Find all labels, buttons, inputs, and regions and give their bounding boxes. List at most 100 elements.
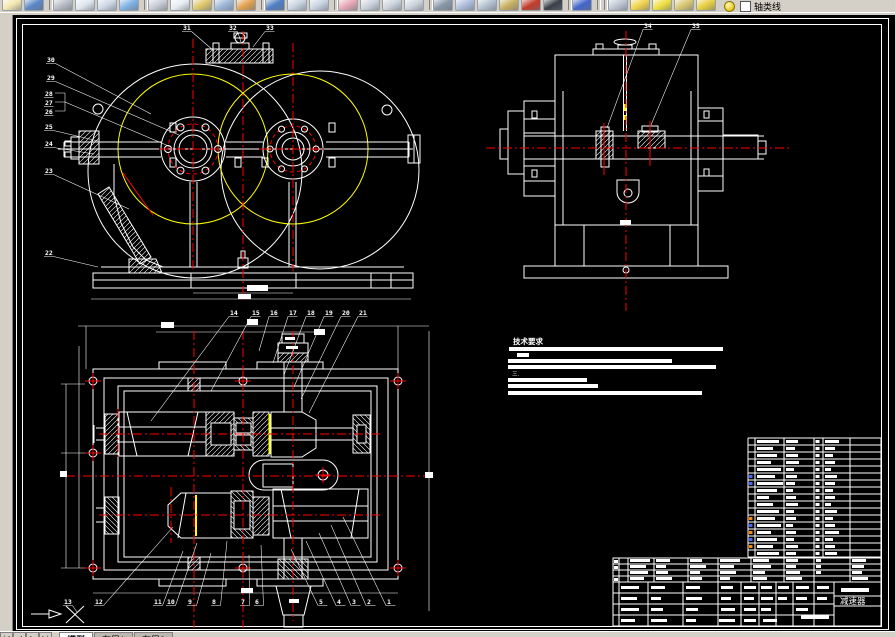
part-label-3: 3 bbox=[352, 598, 356, 606]
toolbar-separator bbox=[331, 0, 338, 11]
view-section bbox=[31, 325, 431, 628]
grid-table-icon[interactable] bbox=[543, 0, 563, 11]
publish-icon[interactable] bbox=[97, 0, 117, 11]
part-label-26: 26 bbox=[45, 108, 53, 116]
tab-nav-button[interactable]: ▶ bbox=[26, 632, 39, 637]
part-label-16: 16 bbox=[270, 309, 278, 317]
bom-table bbox=[747, 437, 882, 558]
layer-lock-icon[interactable] bbox=[674, 0, 694, 11]
part-label-6: 6 bbox=[255, 598, 259, 606]
part-label-24: 24 bbox=[45, 140, 53, 148]
part-label-20: 20 bbox=[342, 309, 350, 317]
zoom-window-icon[interactable] bbox=[382, 0, 402, 11]
drawing-svg[interactable]: 技术要求 三. 减速器 30292827262524232231 32 33 34 35… bbox=[13, 15, 895, 631]
tab-布局1[interactable]: 布局1 bbox=[94, 632, 134, 637]
part-label-12: 12 bbox=[95, 598, 103, 606]
part-label-2: 2 bbox=[367, 598, 371, 606]
toolbar-separator bbox=[258, 0, 265, 11]
flange-bolt-symbols bbox=[85, 373, 406, 576]
help-icon[interactable] bbox=[572, 0, 592, 11]
pan-icon[interactable] bbox=[338, 0, 358, 11]
title-block-product: 减速器 bbox=[840, 596, 866, 607]
tab-nav-button[interactable]: |◀ bbox=[0, 632, 13, 637]
toolbar-separator bbox=[565, 0, 572, 11]
part-label-18: 18 bbox=[307, 309, 315, 317]
part-label-28: 28 bbox=[45, 90, 53, 98]
find-text-icon[interactable] bbox=[433, 0, 453, 11]
view-side bbox=[486, 31, 791, 311]
part-label-21: 21 bbox=[359, 309, 367, 317]
layer-checkbox[interactable] bbox=[740, 0, 751, 12]
layer-color-ball-icon[interactable] bbox=[724, 0, 735, 12]
match-properties-icon[interactable] bbox=[214, 0, 234, 11]
layer-on-bulb-icon[interactable] bbox=[630, 0, 650, 11]
part-label-29: 29 bbox=[47, 74, 55, 82]
tech-requirements: 技术要求 三. bbox=[508, 336, 723, 395]
field-icon[interactable] bbox=[477, 0, 497, 11]
zoom-previous-icon[interactable] bbox=[404, 0, 424, 11]
paste-special-icon[interactable] bbox=[236, 0, 256, 11]
part-label-19: 19 bbox=[325, 309, 333, 317]
part-label-27: 27 bbox=[45, 99, 53, 107]
layer-control: 轴类线 bbox=[724, 0, 781, 12]
layout-tab-bar: |◀◀▶▶| 模型布局1布局2 bbox=[0, 631, 895, 637]
redo-icon[interactable] bbox=[309, 0, 329, 11]
toolbar-separator bbox=[426, 0, 433, 11]
tech-requirements-title: 技术要求 bbox=[513, 336, 543, 346]
part-label-13: 13 bbox=[64, 598, 72, 606]
toolbar-separator bbox=[594, 0, 601, 11]
part-label-22: 22 bbox=[45, 249, 53, 257]
tab-nav-button[interactable]: ◀ bbox=[13, 632, 26, 637]
toolbar: 轴类线 bbox=[0, 0, 895, 12]
layer-properties-icon[interactable] bbox=[499, 0, 519, 11]
part-label-32: 32 bbox=[229, 24, 237, 32]
part-label-35: 35 bbox=[692, 22, 700, 30]
tab-nav-button[interactable]: ▶| bbox=[39, 632, 52, 637]
part-number-labels: 30292827262524232231 32 33 34 3514 15 16 17 18 19… bbox=[44, 22, 701, 613]
part-label-10: 10 bbox=[167, 598, 175, 606]
tab-布局2[interactable]: 布局2 bbox=[134, 632, 174, 637]
toolbar-separator bbox=[601, 0, 608, 11]
layers-stack-icon[interactable] bbox=[608, 0, 628, 11]
part-label-33: 33 bbox=[266, 24, 274, 32]
part-label-17: 17 bbox=[289, 309, 297, 317]
title-block: 减速器 bbox=[612, 557, 882, 627]
part-label-31: 31 bbox=[183, 24, 191, 32]
etransmit-globe-icon[interactable] bbox=[119, 0, 139, 11]
save-icon[interactable] bbox=[24, 0, 44, 11]
copy-icon[interactable] bbox=[170, 0, 190, 11]
part-label-23: 23 bbox=[45, 167, 53, 175]
zoom-realtime-icon[interactable] bbox=[360, 0, 380, 11]
part-label-11: 11 bbox=[154, 598, 162, 606]
new-icon[interactable] bbox=[2, 0, 22, 11]
plot-icon[interactable] bbox=[53, 0, 73, 11]
tab-模型[interactable]: 模型 bbox=[59, 632, 94, 637]
plot-preview-icon[interactable] bbox=[75, 0, 95, 11]
view-front bbox=[55, 31, 421, 303]
part-label-1: 1 bbox=[387, 598, 391, 606]
toolbar-separator bbox=[141, 0, 148, 11]
part-label-14: 14 bbox=[230, 309, 238, 317]
make-current-icon[interactable] bbox=[696, 0, 716, 11]
undo-icon[interactable] bbox=[265, 0, 285, 11]
toolbar-icons bbox=[2, 0, 718, 11]
drawing-canvas[interactable]: 技术要求 三. 减速器 30 29 28 27 26 25 24 23 22 31 32 33 34 35… bbox=[13, 15, 895, 631]
part-label-7: 7 bbox=[241, 598, 245, 606]
part-label-34: 34 bbox=[644, 22, 652, 30]
layer-freeze-sun-icon[interactable] bbox=[652, 0, 672, 11]
undo-list-icon[interactable] bbox=[287, 0, 307, 11]
part-label-8: 8 bbox=[212, 598, 216, 606]
layout-tabs: 模型布局1布局2 bbox=[58, 632, 174, 637]
sheet-frame bbox=[16, 18, 889, 630]
paste-icon[interactable] bbox=[192, 0, 212, 11]
table-icon[interactable] bbox=[455, 0, 475, 11]
layer-name-label: 轴类线 bbox=[754, 1, 782, 12]
part-label-4: 4 bbox=[337, 598, 341, 606]
part-label-30: 30 bbox=[47, 56, 55, 64]
cut-icon[interactable] bbox=[148, 0, 168, 11]
part-label-15: 15 bbox=[252, 309, 260, 317]
tech-item-mark: 三. bbox=[512, 371, 520, 378]
tab-nav-buttons: |◀◀▶▶| bbox=[0, 632, 52, 637]
screen-menu-icon[interactable] bbox=[521, 0, 541, 11]
part-label-5: 5 bbox=[319, 598, 323, 606]
